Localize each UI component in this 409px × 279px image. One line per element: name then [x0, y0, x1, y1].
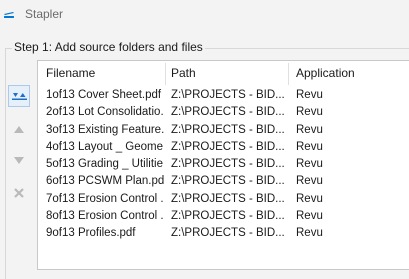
- application-cell: Revu: [296, 158, 323, 170]
- application-cell: Revu: [296, 209, 323, 222]
- step1-label: Step 1: Add source folders and files: [12, 40, 205, 54]
- column-header-filename[interactable]: Filename: [46, 61, 95, 86]
- application-cell: Revu: [296, 192, 323, 205]
- list-item[interactable]: 5of13 Grading _ Utilitie... Z:\PROJECTS …: [38, 156, 409, 173]
- filename-cell: 1of13 Cover Sheet.pdf: [46, 89, 162, 101]
- list-rows: 1of13 Cover Sheet.pdf Z:\PROJECTS - BID.…: [38, 87, 409, 242]
- path-cell: Z:\PROJECTS - BID...: [171, 209, 285, 222]
- filename-cell: 5of13 Grading _ Utilitie...: [46, 158, 164, 170]
- stapler-icon: [3, 9, 15, 19]
- path-cell: Z:\PROJECTS - BID...: [171, 123, 285, 136]
- window-title: Stapler: [25, 7, 64, 21]
- application-cell: Revu: [296, 140, 323, 153]
- list-item[interactable]: 8of13 Erosion Control ... Z:\PROJECTS - …: [38, 208, 409, 225]
- move-to-top-button[interactable]: [8, 85, 30, 107]
- filename-cell: 7of13 Erosion Control ...: [46, 192, 164, 205]
- move-up-button[interactable]: [8, 118, 30, 140]
- list-header: Filename Path Application: [38, 61, 409, 86]
- list-item[interactable]: 7of13 Erosion Control ... Z:\PROJECTS - …: [38, 191, 409, 208]
- list-item[interactable]: 3of13 Existing Feature... Z:\PROJECTS - …: [38, 122, 409, 139]
- filename-cell: 4of13 Layout _ Geome...: [46, 140, 164, 153]
- application-cell: Revu: [296, 123, 323, 136]
- title-bar: Stapler: [0, 0, 409, 30]
- application-cell: Revu: [296, 89, 323, 101]
- filename-cell: 9of13 Profiles.pdf: [46, 227, 136, 239]
- path-cell: Z:\PROJECTS - BID...: [171, 175, 285, 188]
- list-item[interactable]: 2of13 Lot Consolidatio... Z:\PROJECTS - …: [38, 104, 409, 121]
- path-cell: Z:\PROJECTS - BID...: [171, 227, 285, 239]
- list-item[interactable]: 1of13 Cover Sheet.pdf Z:\PROJECTS - BID.…: [38, 87, 409, 104]
- filename-cell: 8of13 Erosion Control ...: [46, 209, 164, 222]
- path-cell: Z:\PROJECTS - BID...: [171, 106, 285, 119]
- column-divider[interactable]: [165, 63, 166, 85]
- double-chevron-up-icon: [12, 93, 27, 100]
- move-down-button[interactable]: [8, 150, 30, 172]
- x-icon: [14, 188, 24, 198]
- path-cell: Z:\PROJECTS - BID...: [171, 192, 285, 205]
- column-divider[interactable]: [288, 63, 289, 85]
- file-list[interactable]: Filename Path Application 1of13 Cover Sh…: [37, 60, 409, 270]
- triangle-down-icon: [14, 157, 24, 164]
- filename-cell: 6of13 PCSWM Plan.pdf: [46, 175, 164, 188]
- application-cell: Revu: [296, 106, 323, 119]
- application-cell: Revu: [296, 175, 323, 188]
- path-cell: Z:\PROJECTS - BID...: [171, 89, 285, 101]
- filename-cell: 2of13 Lot Consolidatio...: [46, 106, 164, 119]
- column-header-path[interactable]: Path: [171, 61, 196, 86]
- path-cell: Z:\PROJECTS - BID...: [171, 158, 285, 170]
- triangle-up-icon: [14, 126, 24, 133]
- remove-button[interactable]: [8, 182, 30, 204]
- filename-cell: 3of13 Existing Feature...: [46, 123, 164, 136]
- list-item[interactable]: 4of13 Layout _ Geome... Z:\PROJECTS - BI…: [38, 139, 409, 156]
- application-cell: Revu: [296, 227, 323, 239]
- list-item[interactable]: 6of13 PCSWM Plan.pdf Z:\PROJECTS - BID..…: [38, 173, 409, 190]
- column-header-application[interactable]: Application: [296, 61, 355, 86]
- list-item[interactable]: 9of13 Profiles.pdf Z:\PROJECTS - BID... …: [38, 225, 409, 242]
- path-cell: Z:\PROJECTS - BID...: [171, 140, 285, 153]
